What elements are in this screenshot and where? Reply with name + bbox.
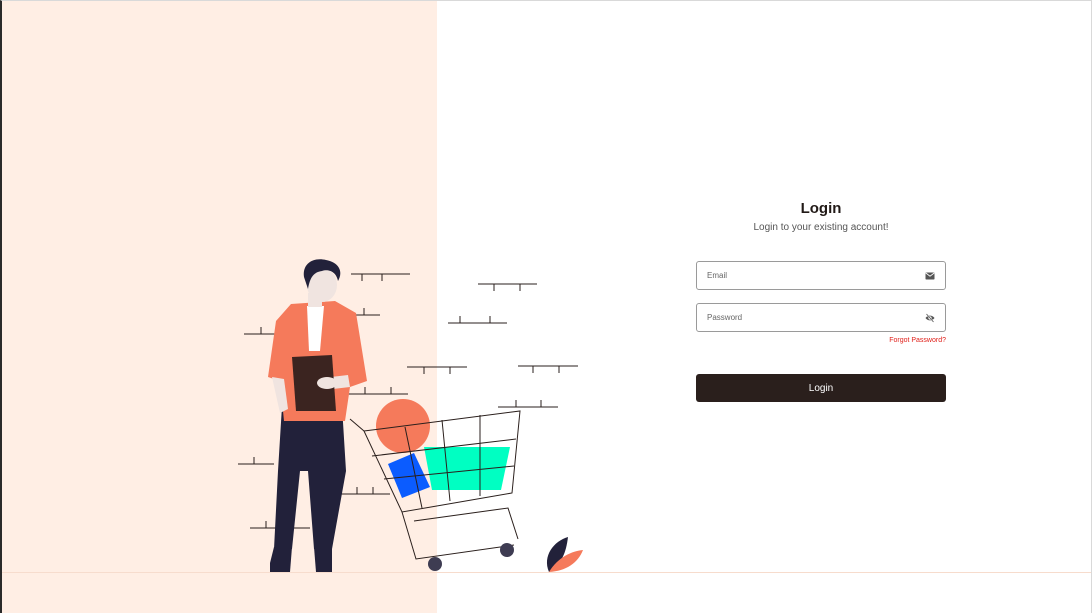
- person-figure: [268, 259, 367, 572]
- person-hand: [317, 377, 337, 389]
- left-shoe: [270, 547, 292, 572]
- eye-slash-icon[interactable]: [925, 313, 935, 323]
- cart-wheel-back: [500, 543, 514, 557]
- cart-handle: [349, 418, 365, 432]
- password-input[interactable]: [707, 304, 907, 331]
- teal-box: [424, 447, 510, 490]
- login-button[interactable]: Login: [696, 374, 946, 402]
- plant-leaves: [546, 537, 583, 572]
- forgot-password-link[interactable]: Forgot Password?: [889, 337, 946, 344]
- shopping-cart: [349, 399, 521, 571]
- login-page: Login Login to your existing account! Fo…: [0, 0, 1092, 613]
- cart-wheel-front: [428, 557, 442, 571]
- login-form: Login Login to your existing account! Fo…: [696, 197, 946, 402]
- login-subtitle: Login to your existing account!: [753, 222, 889, 233]
- envelope-icon: [925, 272, 935, 280]
- login-title: Login: [800, 200, 842, 217]
- email-field[interactable]: [696, 261, 946, 290]
- email-input[interactable]: [707, 262, 907, 289]
- right-shoe: [314, 547, 332, 572]
- password-field[interactable]: [696, 303, 946, 332]
